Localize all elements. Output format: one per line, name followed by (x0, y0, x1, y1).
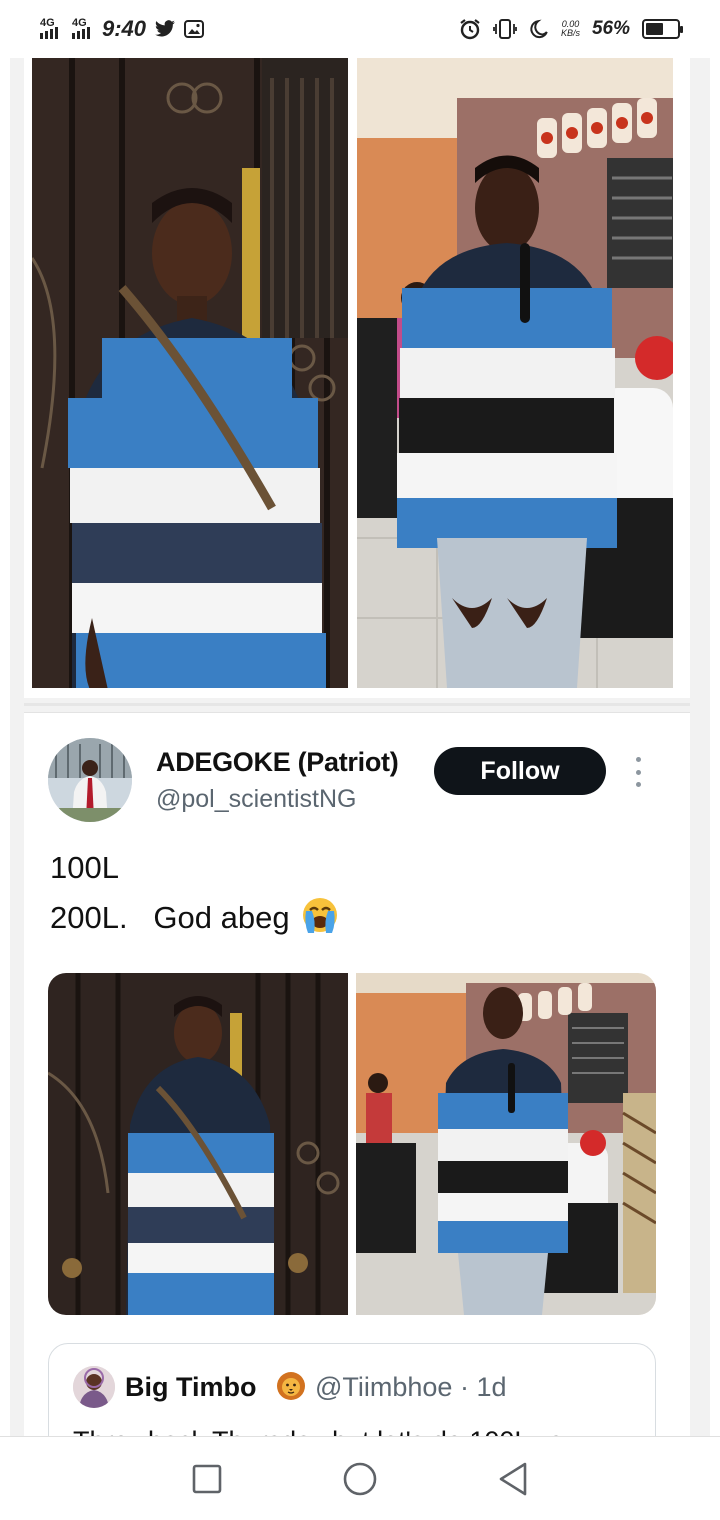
tweet-media[interactable] (48, 973, 656, 1315)
vibrate-icon (493, 19, 517, 39)
tweet-divider (24, 703, 690, 706)
follow-button[interactable]: Follow (434, 747, 606, 795)
status-bar: 4G 4G 9:40 0.00 KB/s 56% (0, 0, 720, 58)
alarm-icon (460, 19, 480, 40)
back-triangle-icon (500, 1462, 527, 1495)
quoted-avatar[interactable] (73, 1366, 115, 1408)
previous-tweet-media-card (24, 58, 690, 698)
timeline-feed[interactable]: ADEGOKE (Patriot) @pol_scientistNG Follo… (10, 58, 710, 1436)
system-navigation-bar (0, 1436, 720, 1520)
tweet-text: 100L 200L. God abeg (50, 843, 340, 950)
tweet-line-1: 100L (50, 850, 119, 885)
quoted-display-name[interactable]: Big Timbo (125, 1372, 257, 1403)
signal-2-icon: 4G (72, 17, 90, 39)
recents-button[interactable] (187, 1459, 227, 1499)
lion-face-icon (275, 1370, 307, 1407)
battery-icon (642, 19, 683, 39)
square-icon (192, 1464, 221, 1493)
more-options-icon[interactable] (630, 757, 646, 787)
quoted-tweet[interactable]: Big Timbo @Tiimbhoe · 1d Throwback Thurs… (48, 1343, 656, 1436)
avatar[interactable] (48, 738, 132, 822)
back-button[interactable] (493, 1459, 533, 1499)
moon-icon (530, 19, 548, 39)
signal-1-icon: 4G (40, 17, 58, 39)
tweet-line-2: 200L. God abeg (50, 893, 340, 950)
gallery-icon (184, 20, 205, 38)
home-button[interactable] (340, 1459, 380, 1499)
clock: 9:40 (102, 16, 147, 41)
quoted-tweet-text: Throwback Thursday but let's do 100L vs (73, 1426, 563, 1436)
battery-percent: 56% (591, 18, 630, 39)
quoted-handle-and-time[interactable]: @Tiimbhoe · 1d (315, 1372, 506, 1403)
twitter-icon (155, 20, 175, 37)
photo-100l-gate[interactable] (32, 58, 348, 688)
circle-icon (343, 1462, 377, 1495)
tweet-card[interactable]: ADEGOKE (Patriot) @pol_scientistNG Follo… (24, 712, 690, 1436)
tweet-media-photos[interactable] (48, 973, 656, 1315)
screen: 4G 4G 9:40 0.00 KB/s 56% ADEGOKE (Patrio… (0, 0, 720, 1520)
photo-200l-microphone[interactable] (357, 58, 673, 688)
display-name[interactable]: ADEGOKE (Patriot) (156, 747, 399, 778)
loudly-crying-face-icon (300, 895, 340, 950)
network-speed: 0.00 KB/s (560, 19, 580, 38)
user-handle[interactable]: @pol_scientistNG (156, 785, 356, 814)
